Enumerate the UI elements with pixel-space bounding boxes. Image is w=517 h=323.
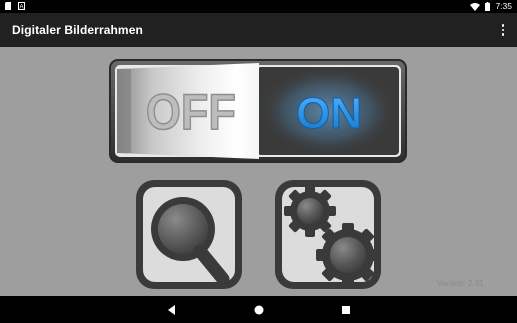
overflow-menu-icon[interactable] (498, 22, 508, 38)
power-toggle-switch[interactable]: OFF ON (109, 59, 407, 163)
off-label: OFF (146, 85, 236, 141)
status-time: 7:35 (495, 1, 512, 11)
navigation-bar (0, 296, 517, 323)
recents-icon[interactable] (338, 302, 354, 318)
on-label: ON (296, 89, 362, 138)
app-title: Digitaler Bilderrahmen (12, 23, 143, 37)
app-bar: Digitaler Bilderrahmen (0, 13, 517, 47)
sd-card-icon (5, 2, 11, 10)
settings-button[interactable] (272, 177, 384, 292)
search-button[interactable] (133, 177, 245, 292)
main-content: OFF ON Version: 2.31 (0, 47, 517, 296)
home-icon[interactable] (251, 302, 267, 318)
wifi-icon (470, 2, 481, 11)
back-icon[interactable] (164, 302, 180, 318)
battery-icon (485, 2, 491, 11)
svg-text:A: A (19, 5, 23, 11)
notification-a-icon: A (18, 2, 25, 10)
version-label: Version: 2.31 (437, 279, 484, 288)
status-bar: A 7:35 (0, 0, 517, 13)
